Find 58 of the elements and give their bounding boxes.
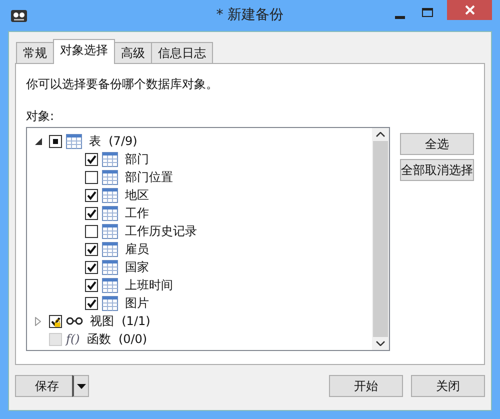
- tree-item[interactable]: 上班时间: [125, 276, 173, 294]
- dialog-button[interactable]: 关闭: [411, 375, 485, 397]
- caret-icon: [76, 384, 86, 388]
- checkbox[interactable]: [85, 188, 98, 202]
- function-icon: f(): [66, 332, 80, 346]
- checkbox[interactable]: [85, 224, 98, 238]
- save-button[interactable]: 保存: [15, 375, 72, 397]
- tab[interactable]: 高级: [114, 42, 152, 63]
- checkbox[interactable]: [49, 134, 62, 148]
- dropdown-button[interactable]: [72, 375, 89, 397]
- table-icon: [102, 170, 118, 184]
- table-icon: [102, 206, 118, 220]
- app-icon: [10, 8, 28, 24]
- table-icon: [102, 152, 118, 166]
- tab[interactable]: 常规: [16, 42, 54, 63]
- table-icon: [66, 134, 82, 148]
- checkbox[interactable]: [85, 296, 98, 310]
- table-icon: [102, 296, 118, 310]
- scroll-up-icon[interactable]: [376, 132, 385, 137]
- tree-item[interactable]: 部门位置: [125, 168, 173, 186]
- tree-item[interactable]: 工作: [125, 204, 149, 222]
- tree-item[interactable]: 工作历史记录: [125, 222, 197, 240]
- tree-item[interactable]: 部门: [125, 150, 149, 168]
- checkbox[interactable]: [85, 242, 98, 256]
- checkbox[interactable]: [85, 260, 98, 274]
- description-text: 你可以选择要备份哪个数据库对象。: [26, 76, 219, 93]
- objects-label: 对象:: [26, 108, 56, 125]
- table-icon: [102, 260, 118, 274]
- checkbox[interactable]: [85, 152, 98, 166]
- dialog-button[interactable]: 开始: [329, 375, 403, 397]
- scroll-down-icon[interactable]: [376, 341, 385, 346]
- scroll-thumb[interactable]: [373, 141, 388, 337]
- select-button[interactable]: 全部取消选择: [400, 159, 474, 181]
- tree-item[interactable]: 国家: [125, 258, 149, 276]
- close-icon[interactable]: [464, 5, 474, 15]
- checkbox[interactable]: [49, 314, 62, 328]
- tab[interactable]: 对象选择: [53, 39, 115, 64]
- tree-item[interactable]: 雇员: [125, 240, 149, 258]
- tree-item[interactable]: 地区: [125, 186, 149, 204]
- maximize-icon[interactable]: [422, 8, 433, 17]
- tree-item[interactable]: 图片: [125, 294, 149, 312]
- collapse-icon[interactable]: [35, 138, 42, 144]
- checkbox[interactable]: [85, 170, 98, 184]
- table-icon: [102, 242, 118, 256]
- tree-item[interactable]: 表 (7/9): [89, 132, 138, 150]
- glasses-icon: [66, 317, 83, 325]
- scrollbar[interactable]: [372, 128, 389, 350]
- tree-item[interactable]: 视图 (1/1): [90, 312, 150, 330]
- checkbox[interactable]: [85, 278, 98, 292]
- expand-icon[interactable]: [35, 316, 41, 326]
- tab[interactable]: 信息日志: [151, 42, 213, 63]
- checkbox[interactable]: [85, 206, 98, 220]
- close-button[interactable]: [447, 0, 492, 20]
- window-title: * 新建备份: [216, 6, 284, 24]
- table-icon: [102, 278, 118, 292]
- table-icon: [102, 224, 118, 238]
- table-icon: [102, 188, 118, 202]
- select-button[interactable]: 全选: [400, 133, 474, 155]
